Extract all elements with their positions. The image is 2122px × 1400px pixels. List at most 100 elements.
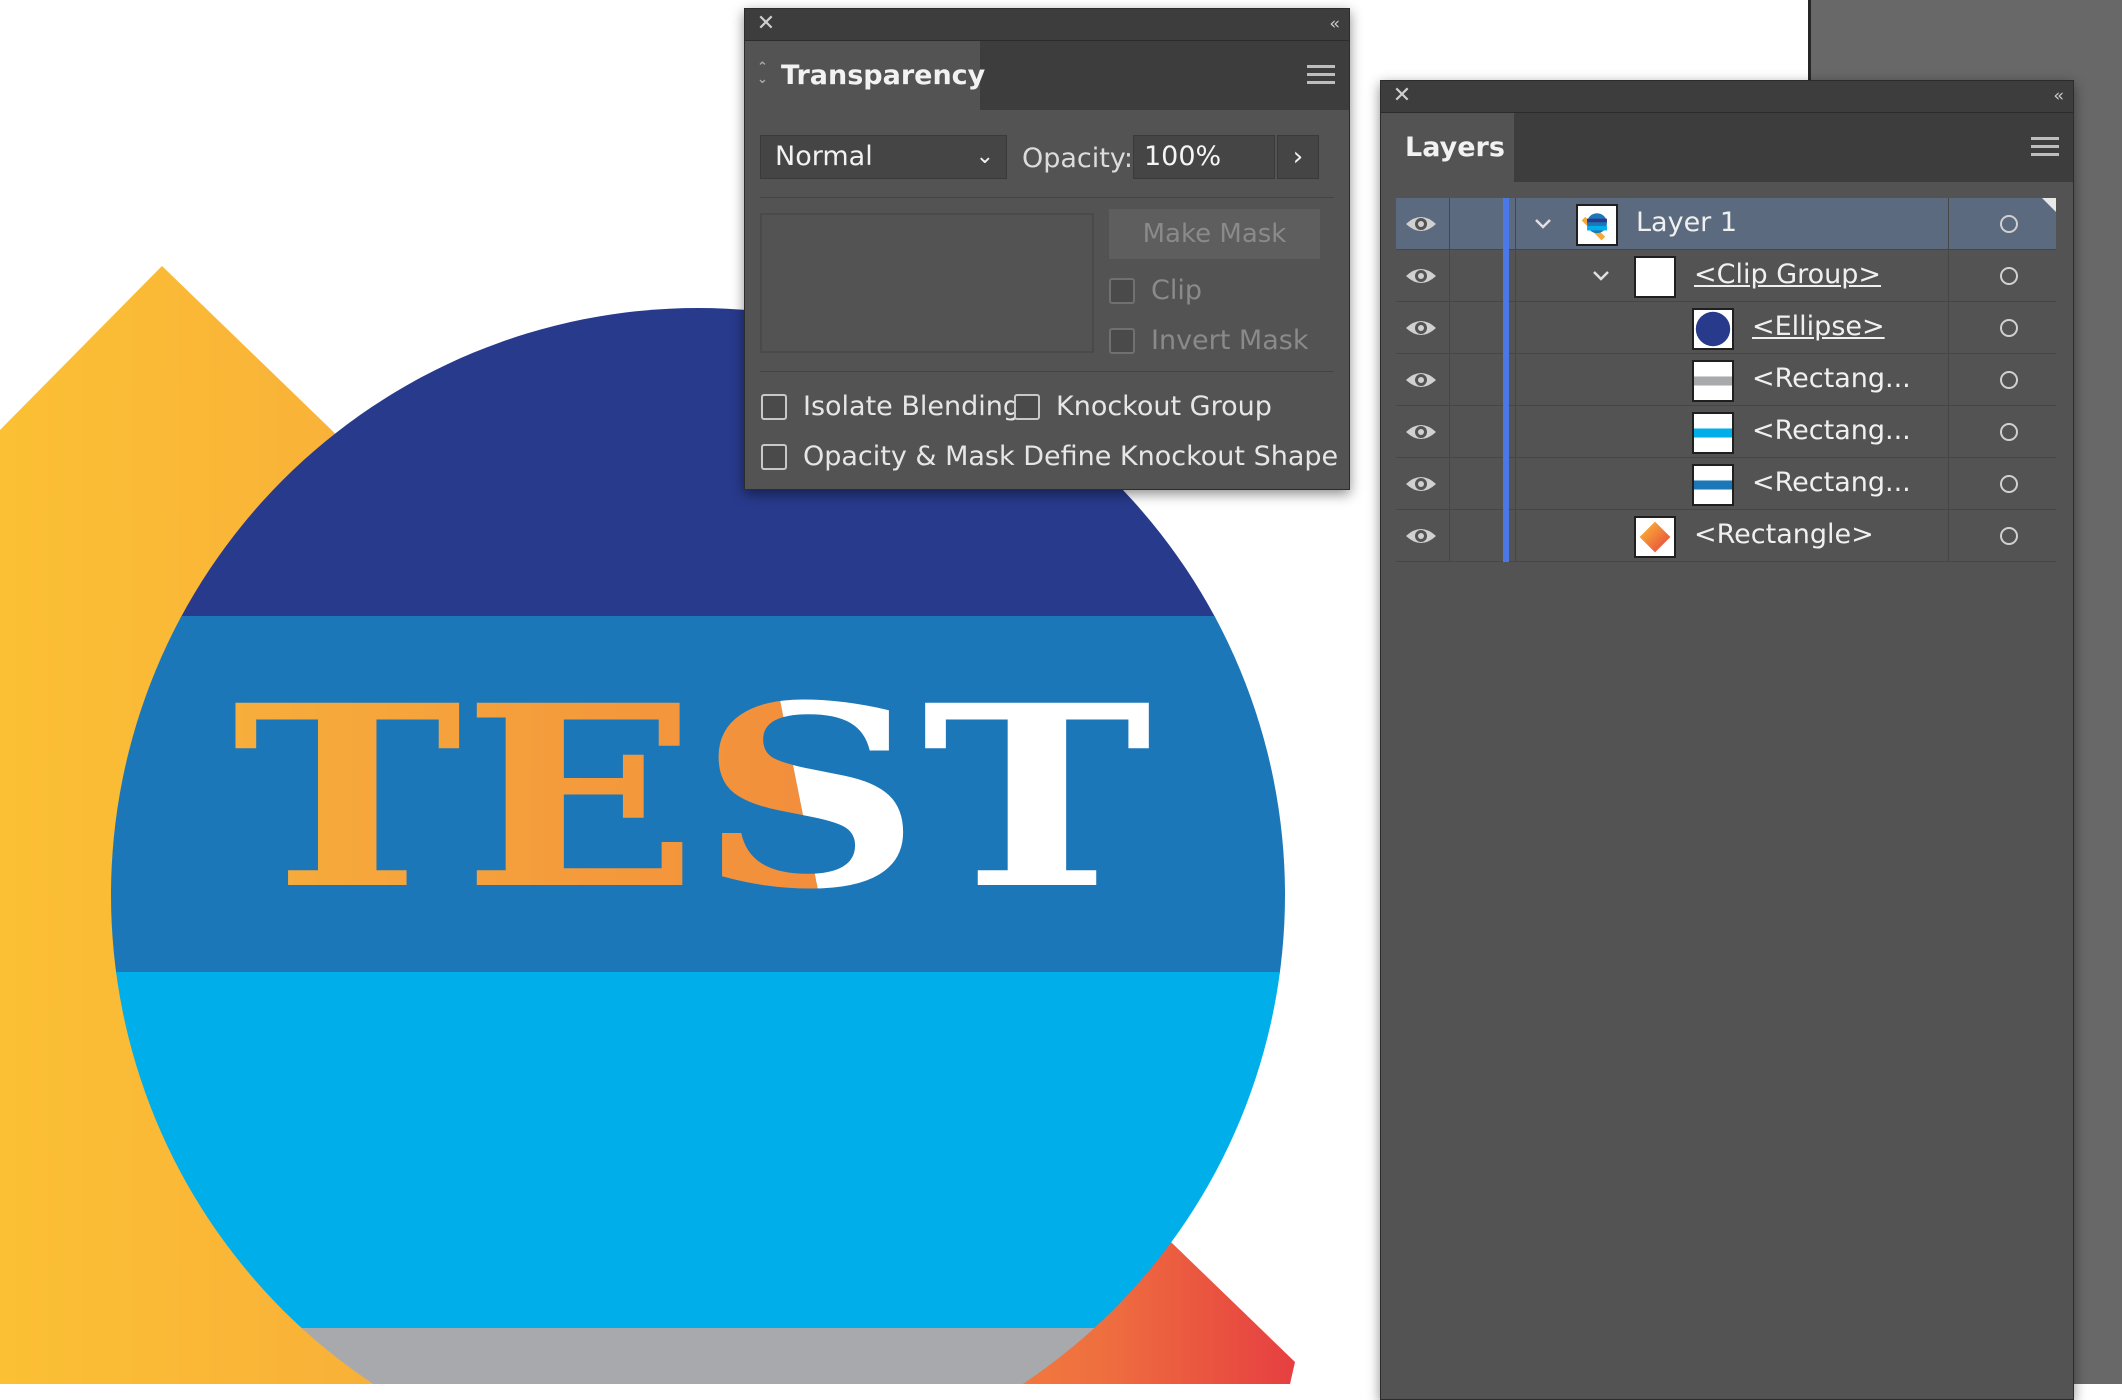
layer-row[interactable]: <Rectang... — [1396, 406, 2056, 458]
eye-icon[interactable] — [1404, 368, 1438, 392]
opacity-mask-knockout-label: Opacity & Mask Define Knockout Shape — [803, 441, 1339, 472]
layer-color-bar — [1503, 198, 1509, 250]
column-divider — [1515, 458, 1516, 510]
column-divider — [1515, 354, 1516, 406]
column-divider — [1948, 302, 1949, 354]
blend-mode-select[interactable]: Normal ⌄ — [760, 135, 1007, 179]
panel-tabstrip: ⌃ ⌄ Transparency — [745, 41, 1349, 110]
eye-icon[interactable] — [1404, 264, 1438, 288]
collapse-icon[interactable]: ‹‹ — [2053, 86, 2063, 106]
rectangle-thumbnail — [1692, 412, 1734, 454]
layer-row[interactable]: <Ellipse> — [1396, 302, 2056, 354]
transparency-body: Normal ⌄ Opacity: 100% › Make Mask Clip … — [745, 109, 1349, 489]
collapse-icon[interactable]: ‹‹ — [1329, 14, 1339, 34]
column-divider — [1948, 250, 1949, 302]
column-divider — [1515, 198, 1516, 250]
target-circle-icon[interactable] — [2000, 267, 2018, 285]
eye-icon[interactable] — [1404, 212, 1438, 236]
updown-icon: ⌃ ⌄ — [757, 60, 768, 87]
invert-mask-label: Invert Mask — [1151, 325, 1309, 356]
divider — [760, 371, 1334, 372]
opacity-mask-knockout-option[interactable]: Opacity & Mask Define Knockout Shape — [761, 441, 1338, 472]
layer-row[interactable]: <Rectang... — [1396, 354, 2056, 406]
headline-text: TEST TEST — [232, 650, 1152, 900]
eye-icon[interactable] — [1404, 524, 1438, 548]
opacity-mask-knockout-checkbox[interactable] — [761, 443, 787, 470]
invert-mask-checkbox[interactable] — [1109, 327, 1135, 354]
column-divider — [1948, 458, 1949, 510]
panel-title-bar[interactable]: ✕ ‹‹ — [745, 9, 1349, 41]
tab-layers[interactable]: Layers — [1381, 113, 1514, 182]
opacity-input[interactable]: 100% — [1133, 135, 1275, 179]
opacity-label: Opacity: — [1022, 143, 1133, 174]
layer-name[interactable]: <Ellipse> — [1752, 311, 1885, 342]
chevron-down-icon[interactable] — [1590, 264, 1612, 286]
eye-icon[interactable] — [1404, 420, 1438, 444]
knockout-group-checkbox[interactable] — [1014, 393, 1040, 420]
opacity-mask-thumbnail — [760, 213, 1094, 353]
make-mask-button[interactable]: Make Mask — [1109, 209, 1320, 259]
rectangle-thumbnail — [1634, 516, 1676, 558]
layer-color-bar — [1503, 302, 1509, 354]
column-divider — [1449, 458, 1450, 510]
layer-row[interactable]: Layer 1 — [1396, 198, 2056, 250]
clip-label: Clip — [1151, 275, 1202, 306]
chevron-right-icon[interactable]: › — [1277, 135, 1319, 179]
layer-name[interactable]: Layer 1 — [1636, 207, 1737, 238]
layer-name[interactable]: <Rectang... — [1752, 467, 1911, 498]
column-divider — [1948, 510, 1949, 562]
panel-title-bar[interactable]: ✕ ‹‹ — [1381, 81, 2073, 113]
selection-indicator — [2042, 198, 2056, 212]
eye-icon[interactable] — [1404, 472, 1438, 496]
column-divider — [1449, 406, 1450, 458]
layer-row[interactable]: <Clip Group> — [1396, 250, 2056, 302]
column-divider — [1449, 250, 1450, 302]
invert-mask-option[interactable]: Invert Mask — [1109, 325, 1308, 356]
chevron-down-icon[interactable] — [1532, 212, 1554, 234]
target-circle-icon[interactable] — [2000, 423, 2018, 441]
target-circle-icon[interactable] — [2000, 527, 2018, 545]
isolate-blending-option[interactable]: Isolate Blending — [761, 391, 1020, 422]
eye-icon[interactable] — [1404, 316, 1438, 340]
layer-name[interactable]: <Rectang... — [1752, 415, 1911, 446]
layer-name[interactable]: <Rectangle> — [1694, 519, 1874, 550]
target-circle-icon[interactable] — [2000, 215, 2018, 233]
layer-list: Layer 1 <Clip Group> <Ellipse> <Rectang.… — [1396, 198, 2056, 562]
rectangle-thumbnail — [1692, 360, 1734, 402]
target-circle-icon[interactable] — [2000, 371, 2018, 389]
column-divider — [1515, 250, 1516, 302]
isolate-blending-checkbox[interactable] — [761, 393, 787, 420]
panel-menu-icon[interactable] — [1307, 65, 1335, 85]
column-divider — [1948, 198, 1949, 250]
layer-name[interactable]: <Rectang... — [1752, 363, 1911, 394]
close-icon[interactable]: ✕ — [755, 13, 777, 35]
layer-row[interactable]: <Rectangle> — [1396, 510, 2056, 562]
column-divider — [1515, 510, 1516, 562]
target-circle-icon[interactable] — [2000, 319, 2018, 337]
layer-color-bar — [1503, 510, 1509, 562]
blend-mode-value: Normal — [775, 141, 873, 172]
clip-checkbox[interactable] — [1109, 277, 1135, 304]
ellipse-thumbnail — [1692, 308, 1734, 350]
layer-color-bar — [1503, 458, 1509, 510]
column-divider — [1515, 406, 1516, 458]
transparency-panel: ✕ ‹‹ ⌃ ⌄ Transparency Normal ⌄ Opacity: 1… — [744, 8, 1350, 490]
layer-name[interactable]: <Clip Group> — [1694, 259, 1881, 290]
divider — [760, 197, 1334, 198]
column-divider — [1449, 302, 1450, 354]
chevron-down-icon: ⌄ — [975, 144, 994, 169]
clip-option[interactable]: Clip — [1109, 275, 1202, 306]
close-icon[interactable]: ✕ — [1391, 85, 1413, 107]
tab-transparency[interactable]: ⌃ ⌄ Transparency — [745, 41, 985, 110]
knockout-group-option[interactable]: Knockout Group — [1014, 391, 1272, 422]
layer-color-bar — [1503, 406, 1509, 458]
column-divider — [1515, 302, 1516, 354]
rectangle-thumbnail — [1692, 464, 1734, 506]
column-divider — [1449, 354, 1450, 406]
layer-thumbnail — [1576, 204, 1618, 246]
layer-row[interactable]: <Rectang... — [1396, 458, 2056, 510]
knockout-group-label: Knockout Group — [1056, 391, 1272, 422]
panel-menu-icon[interactable] — [2031, 137, 2059, 157]
target-circle-icon[interactable] — [2000, 475, 2018, 493]
isolate-blending-label: Isolate Blending — [803, 391, 1021, 422]
